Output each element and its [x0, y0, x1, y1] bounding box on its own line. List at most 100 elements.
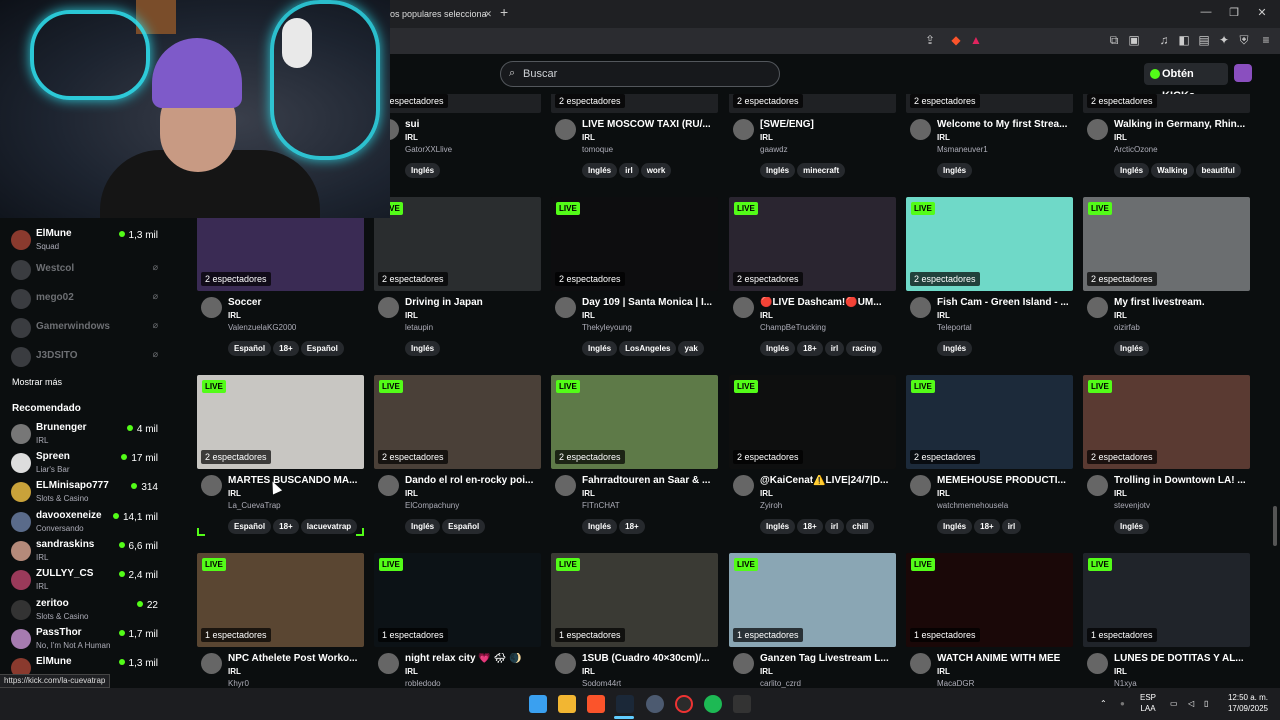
stream-title[interactable]: LIVE MOSCOW TAXI (RU/... [582, 119, 718, 130]
channel-name[interactable]: oizirfab [1114, 323, 1140, 332]
tag-chip[interactable]: Walking [1151, 163, 1194, 178]
wallet-icon[interactable]: ▣ [1126, 33, 1142, 47]
channel-avatar[interactable] [733, 297, 754, 318]
app-icon[interactable] [733, 695, 751, 713]
tag-chip[interactable]: 18+ [273, 519, 299, 534]
stream-thumbnail[interactable]: LIVE 2 espectadores [374, 375, 541, 469]
tag-chip[interactable]: Inglés [760, 519, 796, 534]
brave-rewards-icon[interactable]: ▲ [968, 33, 984, 47]
channel-name[interactable]: gaawdz [760, 145, 788, 154]
channel-avatar[interactable] [201, 475, 222, 496]
channel-name[interactable]: Sodom44rt [582, 679, 621, 688]
tag-chip[interactable]: chill [846, 519, 875, 534]
channel-avatar[interactable] [1087, 297, 1108, 318]
channel-avatar[interactable] [555, 653, 576, 674]
stream-title[interactable]: Fish Cam - Green Island - ... [937, 297, 1073, 308]
tag-chip[interactable]: minecraft [797, 163, 846, 178]
channel-name[interactable]: robledodo [405, 679, 441, 688]
channel-name[interactable]: Msmaneuver1 [937, 145, 988, 154]
stream-category[interactable]: IRL [760, 311, 773, 320]
menu-icon[interactable]: ≡ [1258, 33, 1274, 47]
vpn-icon[interactable]: ⛨ [1236, 33, 1252, 48]
stream-category[interactable]: IRL [405, 489, 418, 498]
tag-chip[interactable]: Español [442, 519, 486, 534]
stream-title[interactable]: @KaiCenat⚠️LIVE|24/7|D... [760, 475, 896, 486]
close-window-button[interactable]: ✕ [1252, 6, 1272, 19]
channel-name[interactable]: watchmemehousela [937, 501, 1008, 510]
stream-thumbnail[interactable]: LIVE 1 espectadores [906, 553, 1073, 647]
stream-category[interactable]: IRL [937, 133, 950, 142]
sidebar-channel[interactable]: J3DSITO ⌀ [0, 343, 172, 371]
channel-name[interactable]: ChampBeTrucking [760, 323, 826, 332]
stream-category[interactable]: IRL [760, 133, 773, 142]
tag-chip[interactable]: Inglés [760, 163, 796, 178]
file-explorer-icon[interactable] [558, 695, 576, 713]
stream-card[interactable]: LIVE 2 espectadores MARTES BUSCANDO MA... I… [197, 375, 364, 535]
channel-avatar[interactable] [201, 297, 222, 318]
channel-name[interactable]: GatorXXLlive [405, 145, 452, 154]
minimize-button[interactable]: — [1196, 6, 1216, 18]
tag-chip[interactable]: yak [678, 341, 704, 356]
stream-card[interactable]: LIVE 1 espectadores LUNES DE DOTITAS Y AL.… [1083, 553, 1250, 688]
brave-browser-icon[interactable] [587, 695, 605, 713]
tag-chip[interactable]: Inglés [405, 163, 441, 178]
user-avatar[interactable] [1234, 64, 1252, 82]
stream-title[interactable]: Fahrradtouren an Saar & ... [582, 475, 718, 486]
new-tab-button[interactable]: + [500, 4, 508, 20]
extensions-icon[interactable]: ⧉ [1106, 33, 1122, 48]
channel-name[interactable]: stevenjotv [1114, 501, 1150, 510]
stream-title[interactable]: sui [405, 119, 541, 130]
stream-category[interactable]: IRL [228, 489, 241, 498]
stream-card[interactable]: LIVE 1 espectadores WATCH ANIME WITH MEE IR… [906, 553, 1073, 688]
stream-thumbnail[interactable]: LIVE 2 espectadores [1083, 375, 1250, 469]
tag-chip[interactable]: beautiful [1195, 163, 1241, 178]
stream-category[interactable]: IRL [760, 667, 773, 676]
tag-chip[interactable]: Español [228, 519, 272, 534]
steam-icon[interactable] [616, 695, 634, 713]
stream-category[interactable]: IRL [937, 489, 950, 498]
stream-title[interactable]: Walking in Germany, Rhin... [1114, 119, 1250, 130]
stream-category[interactable]: IRL [1114, 667, 1127, 676]
channel-avatar[interactable] [910, 297, 931, 318]
stream-thumbnail[interactable]: LIVE 2 espectadores [906, 197, 1073, 291]
channel-name[interactable]: N1xya [1114, 679, 1137, 688]
channel-name[interactable]: Teleportal [937, 323, 972, 332]
channel-name[interactable]: MacaDGR [937, 679, 974, 688]
sidebar-channel[interactable]: PassThor No, I'm Not A Human 1,7 mil [0, 625, 172, 653]
brave-shield-icon[interactable]: ◆ [948, 33, 964, 47]
stream-thumbnail[interactable]: LIVE 2 espectadores [551, 375, 718, 469]
sidebar-toggle-icon[interactable]: ◧ [1176, 33, 1192, 47]
stream-card[interactable]: LIVE 2 espectadores MEMEHOUSE PRODUCTI... I… [906, 375, 1073, 535]
stream-thumbnail[interactable]: LIVE 1 espectadores [374, 553, 541, 647]
stream-category[interactable]: IRL [405, 133, 418, 142]
maximize-button[interactable]: ❐ [1224, 6, 1244, 19]
share-icon[interactable]: ⇪ [922, 33, 938, 47]
stream-category[interactable]: IRL [760, 489, 773, 498]
stream-category[interactable]: IRL [228, 311, 241, 320]
channel-avatar[interactable] [555, 119, 576, 140]
tag-chip[interactable]: Inglés [1114, 519, 1150, 534]
stream-category[interactable]: IRL [228, 667, 241, 676]
tray-chevron-icon[interactable]: ⌃ [1100, 698, 1107, 709]
channel-avatar[interactable] [910, 653, 931, 674]
stream-category[interactable]: IRL [937, 311, 950, 320]
tag-chip[interactable]: Inglés [1114, 163, 1150, 178]
tag-chip[interactable]: Inglés [582, 163, 618, 178]
tag-chip[interactable]: Inglés [937, 163, 973, 178]
stream-thumbnail[interactable]: LIVE 2 espectadores [729, 197, 896, 291]
stream-category[interactable]: IRL [1114, 311, 1127, 320]
sidebar-channel[interactable]: ELMinisapo777 Slots & Casino 314 [0, 478, 172, 506]
tag-chip[interactable]: Español [228, 341, 272, 356]
channel-avatar[interactable] [1087, 119, 1108, 140]
scrollbar-thumb[interactable] [1273, 506, 1277, 546]
stream-card[interactable]: LIVE 2 espectadores Fish Cam - Green Islan… [906, 197, 1073, 357]
stream-title[interactable]: My first livestream. [1114, 297, 1250, 308]
channel-avatar[interactable] [555, 297, 576, 318]
obs-icon[interactable] [675, 695, 693, 713]
stream-category[interactable]: IRL [1114, 133, 1127, 142]
show-more-link[interactable]: Mostrar más [12, 377, 62, 387]
stream-thumbnail[interactable]: LIVE 2 espectadores [906, 375, 1073, 469]
stream-category[interactable]: IRL [582, 133, 595, 142]
tag-chip[interactable]: lacuevatrap [300, 519, 358, 534]
stream-thumbnail[interactable]: LIVE 1 espectadores [729, 553, 896, 647]
